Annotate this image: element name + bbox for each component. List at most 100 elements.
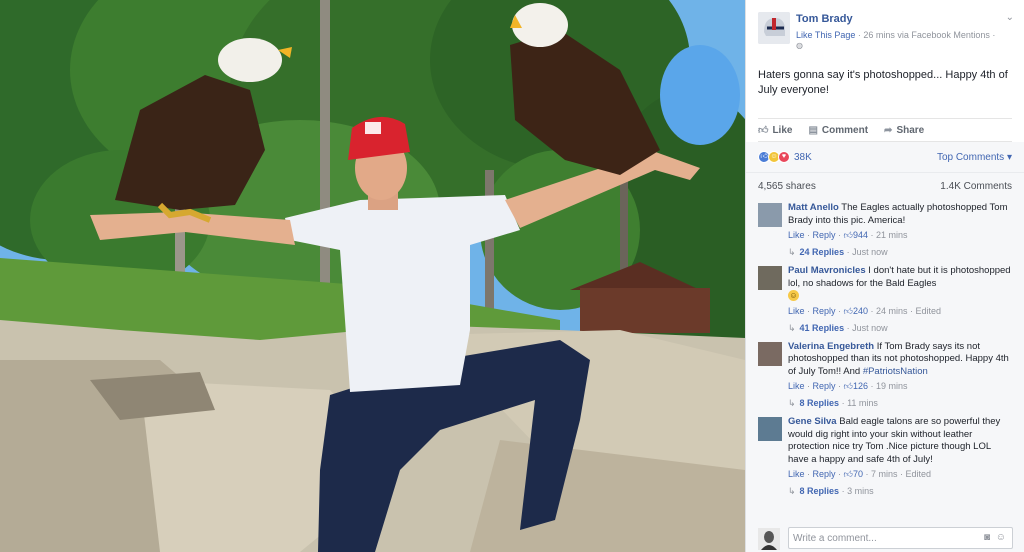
comment-reply-link[interactable]: Reply [813,230,836,240]
comment-like-count[interactable]: 126 [853,381,868,391]
post-meta: Like This Page · 26 mins via Facebook Me… [796,30,995,40]
thumbs-up-icon: 👍︎ [843,305,853,316]
replies-link[interactable]: ↳ 8 Replies · 3 mins [788,486,1012,500]
love-reaction-icon[interactable]: ♥ [778,151,790,163]
camera-icon[interactable]: ◙ [984,532,990,543]
replies-count[interactable]: 41 Replies [800,323,845,333]
chevron-down-icon[interactable]: ⌄ [1006,12,1014,23]
thumbs-up-icon: 👍︎ [843,381,853,391]
comment-item: Gene Silva Bald eagle talons are so powe… [746,416,1024,500]
comment-footer: Like · Reply · 👍︎240 · 24 mins · Edited [788,305,942,316]
comment-like-link[interactable]: Like [788,381,805,391]
comment-time[interactable]: 21 mins [876,230,908,240]
replies-link[interactable]: ↳ 24 Replies · Just now [788,247,1012,261]
comment-item: Paul Mavronicles I don't hate but it is … [746,265,1024,337]
page-name[interactable]: Tom Brady [796,13,853,25]
reaction-count[interactable]: 38K [794,152,812,163]
commenter-avatar[interactable] [758,417,782,441]
comment-composer: ◙ ☺ [746,524,1024,552]
post-time-source: · 26 mins via Facebook Mentions · [855,30,996,40]
share-button[interactable]: ➦ Share [884,125,924,136]
comment-footer: Like · Reply · 👍︎70 · 7 mins · Edited [788,469,931,479]
share-arrow-icon: ➦ [884,124,893,136]
commenter-name[interactable]: Paul Mavronicles [788,265,866,276]
comment-item: Valerina Engebreth If Tom Brady says its… [746,341,1024,413]
comment-label: Comment [821,124,869,136]
globe-icon: ◍ [796,41,803,50]
comment-time[interactable]: 7 mins [871,469,898,479]
hashtag-link[interactable]: #PatriotsNation [863,366,928,377]
comment-input-wrap: ◙ ☺ [788,527,1013,549]
smiley-icon[interactable]: ☺ [996,532,1006,543]
stats-row: 4,565 shares 1.4K Comments [746,172,1024,200]
comment-reply-link[interactable]: Reply [813,469,836,479]
comment-input[interactable] [789,528,969,548]
top-comments-dropdown[interactable]: Top Comments ▾ [937,152,1012,163]
comment-footer: Like · Reply · 👍︎944 · 21 mins [788,230,908,240]
reply-arrow-icon: ↳ [788,486,796,496]
thumbs-up-icon: 👍︎ [843,230,853,240]
like-label: Like [772,124,793,136]
commenter-name[interactable]: Matt Anello [788,202,839,213]
commenter-name[interactable]: Valerina Engebreth [788,341,874,352]
speech-bubble-icon: ▤ [808,124,818,136]
shares-count[interactable]: 4,565 shares [758,181,816,192]
post-text: Haters gonna say it's photoshopped... Ha… [758,69,1008,96]
comment-body: Gene Silva Bald eagle talons are so powe… [788,416,1012,466]
comment-button[interactable]: ▤ Comment [808,125,868,136]
comment-body: Matt Anello The Eagles actually photosho… [788,202,1012,227]
post-actions: 👍︎ Like ▤ Comment ➦ Share [758,118,1012,142]
post-header: Tom Brady Like This Page · 26 mins via F… [746,0,1024,56]
replies-time: Just now [852,322,888,333]
post-photo[interactable] [0,0,745,552]
share-label: Share [896,124,925,136]
comment-like-link[interactable]: Like [788,469,805,479]
portrait-icon [758,528,780,550]
like-button[interactable]: 👍︎ Like [758,124,793,137]
replies-link[interactable]: ↳ 8 Replies · 11 mins [788,398,1012,412]
page-avatar[interactable] [758,12,790,44]
photo-scene [0,0,745,552]
replies-time: Just now [852,247,888,257]
replies-time: 3 mins [847,486,874,496]
comment-like-count[interactable]: 944 [853,230,868,240]
thumbs-up-icon: 👍︎ [758,125,769,136]
reactions-row: 👍︎ ☺ ♥ 38K Top Comments ▾ [746,142,1024,172]
comment-reply-link[interactable]: Reply [813,381,836,391]
comment-time[interactable]: 24 mins [876,306,908,316]
like-page-link[interactable]: Like This Page [796,30,855,40]
commenter-avatar[interactable] [758,203,782,227]
comments-count[interactable]: 1.4K Comments [940,181,1012,192]
post-side-panel: Tom Brady Like This Page · 26 mins via F… [745,0,1024,552]
top-comments-label: Top Comments [936,151,1005,163]
replies-count[interactable]: 24 Replies [800,247,845,257]
comment-body: Valerina Engebreth If Tom Brady says its… [788,341,1012,379]
replies-link[interactable]: ↳ 41 Replies · Just now [788,323,1012,337]
comment-edited: · Edited [907,305,942,316]
replies-time: 11 mins [847,398,878,408]
user-avatar [758,528,780,550]
comment-like-link[interactable]: Like [788,230,805,240]
thumbs-up-icon: 👍︎ [843,469,853,479]
comment-like-count[interactable]: 70 [853,469,863,479]
commenter-avatar[interactable] [758,341,782,366]
caret-down-icon: ▾ [1004,151,1012,163]
comment-body: Paul Mavronicles I don't hate but it is … [788,265,1012,303]
comment-footer: Like · Reply · 👍︎126 · 19 mins [788,381,908,391]
comment-time[interactable]: 19 mins [876,381,908,391]
comment-item: Matt Anello The Eagles actually photosho… [746,202,1024,261]
comment-list: Matt Anello The Eagles actually photosho… [746,200,1024,530]
commenter-name[interactable]: Gene Silva [788,416,837,427]
comment-like-count[interactable]: 240 [853,306,868,316]
comment-edited: · Edited [897,469,931,479]
reply-arrow-icon: ↳ [788,322,796,333]
helmet-icon [758,12,790,44]
smiley-icon: ☺ [788,290,799,301]
replies-count[interactable]: 8 Replies [800,398,840,408]
reply-arrow-icon: ↳ [788,398,796,408]
comment-reply-link[interactable]: Reply [813,306,836,316]
reply-arrow-icon: ↳ [788,247,796,257]
comment-like-link[interactable]: Like [788,306,805,316]
commenter-avatar[interactable] [758,266,782,290]
replies-count[interactable]: 8 Replies [800,486,840,496]
